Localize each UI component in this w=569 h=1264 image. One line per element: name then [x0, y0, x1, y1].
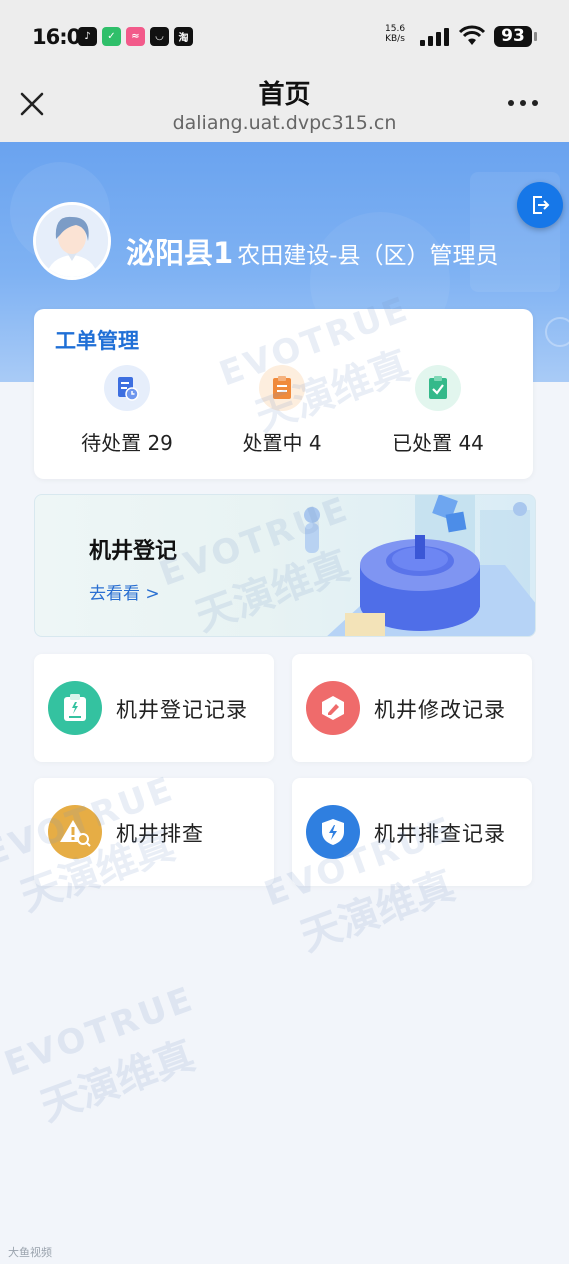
pending-text: 待处置: [81, 431, 142, 455]
work-order-title: 工单管理: [55, 329, 139, 353]
app-black-icon: ◡: [150, 27, 169, 46]
app-pink-icon: ≈: [126, 27, 145, 46]
processing-icon: [259, 365, 305, 411]
tile-label: 机井登记记录: [116, 698, 248, 722]
well-register-banner[interactable]: 机井登记 去看看 >: [34, 494, 536, 637]
wifi-icon: [458, 25, 486, 45]
page-url: daliang.uat.dvpc315.cn: [172, 112, 397, 134]
battery-icon: 93: [494, 26, 537, 47]
work-order-pending[interactable]: 待处置 29: [47, 365, 207, 456]
inspection-icon: [48, 805, 102, 859]
signal-icon: [420, 28, 449, 46]
menu-well-register-records[interactable]: 机井登记记录: [34, 654, 274, 762]
logout-button[interactable]: [517, 182, 563, 228]
modify-records-icon: [306, 681, 360, 735]
tiktok-icon: ♪: [78, 27, 97, 46]
more-dot: [532, 100, 538, 106]
watermark: EVOTRUE天演维真: [0, 978, 201, 1131]
net-speed-unit: KB/s: [385, 34, 405, 44]
net-speed: 15.6 KB/s: [385, 24, 405, 44]
menu-well-inspection[interactable]: 机井排查: [34, 778, 274, 886]
user-info: 泌阳县1 农田建设-县（区）管理员: [126, 230, 499, 272]
well-illustration-icon: [304, 495, 535, 636]
footer-mark: 大鱼视频: [8, 1246, 52, 1259]
work-order-done[interactable]: 已处置 44: [358, 365, 518, 456]
nav-bar: 首页 daliang.uat.dvpc315.cn: [0, 70, 569, 142]
tile-label: 机井排查记录: [374, 822, 506, 846]
menu-well-inspection-records[interactable]: 机井排查记录: [292, 778, 532, 886]
pending-label: 待处置 29: [47, 427, 207, 456]
done-label: 已处置 44: [358, 427, 518, 456]
logout-icon: [533, 196, 550, 214]
app-green-icon: ✓: [102, 27, 121, 46]
done-icon: [415, 365, 461, 411]
user-name: 泌阳县1: [126, 236, 234, 270]
status-bar: 16:01 ♪ ✓ ≈ ◡ 淘 15.6 KB/s 93: [0, 0, 569, 70]
inspection-records-icon: [306, 805, 360, 859]
user-avatar-icon: [36, 205, 108, 277]
more-dot: [508, 100, 514, 106]
avatar[interactable]: [33, 202, 111, 280]
more-dot: [520, 100, 526, 106]
banner-title: 机井登记: [89, 539, 178, 564]
pending-icon: [104, 365, 150, 411]
processing-label: 处置中 4: [202, 427, 362, 456]
done-text: 已处置: [392, 431, 453, 455]
pending-count: 29: [147, 431, 173, 455]
work-order-processing[interactable]: 处置中 4: [202, 365, 362, 456]
banner-link[interactable]: 去看看 >: [89, 579, 160, 604]
user-role: 农田建设-县（区）管理员: [237, 243, 499, 269]
work-order-card: 工单管理 待处置 29 处置中 4 已处置 44: [34, 309, 533, 479]
processing-count: 4: [308, 431, 322, 455]
page-title: 首页: [258, 80, 311, 110]
more-menu-button[interactable]: [508, 100, 538, 106]
register-records-icon: [48, 681, 102, 735]
tile-label: 机井修改记录: [374, 698, 506, 722]
tile-label: 机井排查: [116, 822, 204, 846]
status-app-icons: ♪ ✓ ≈ ◡ 淘: [78, 27, 193, 46]
menu-well-modify-records[interactable]: 机井修改记录: [292, 654, 532, 762]
processing-text: 处置中: [242, 431, 303, 455]
app-taobao-icon: 淘: [174, 27, 193, 46]
done-count: 44: [458, 431, 484, 455]
net-speed-value: 15.6: [385, 24, 406, 34]
